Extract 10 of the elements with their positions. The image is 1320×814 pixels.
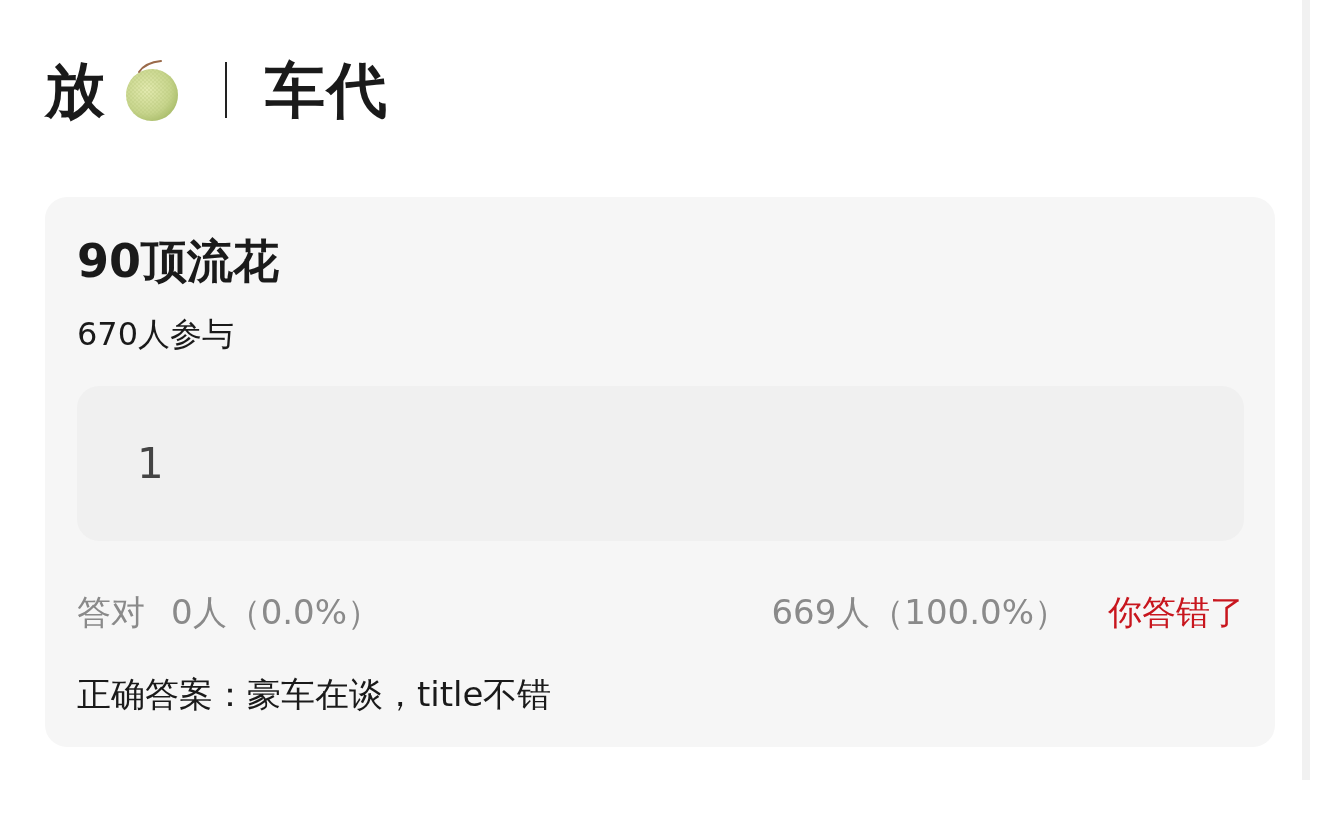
page-title: 放	[45, 60, 107, 120]
participant-count: 670人参与	[77, 315, 235, 353]
wrong-count: 669人（100.0%）	[771, 591, 1068, 633]
page-title: 车代	[265, 60, 389, 120]
answer-box: 1	[77, 386, 1244, 541]
result-text: 你答错了	[1108, 591, 1244, 633]
correct-label: 答对	[77, 591, 145, 633]
correct-count: 0人（0.0%）	[171, 591, 381, 633]
quiz-title: 90顶流花	[77, 233, 279, 289]
correct-answer: 正确答案：豪车在谈，title不错	[77, 673, 552, 715]
